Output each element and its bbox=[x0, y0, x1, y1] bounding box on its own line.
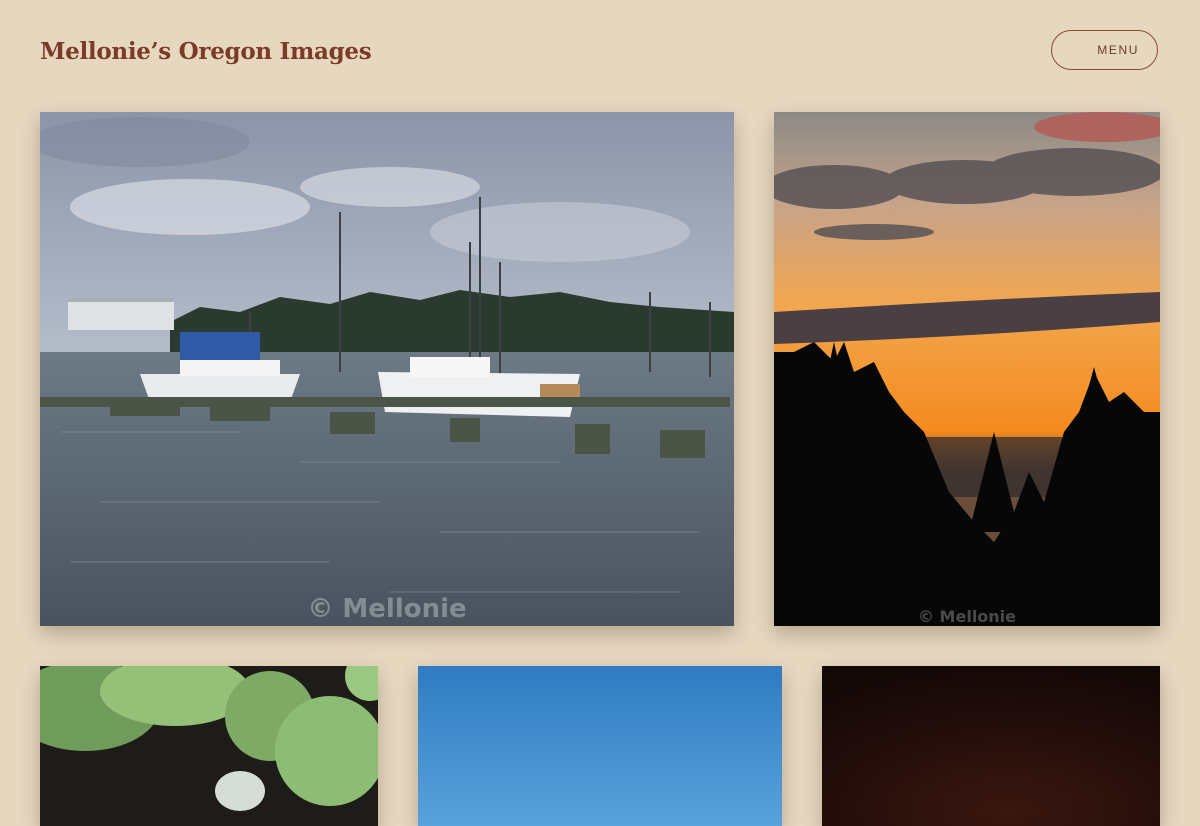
sky-image bbox=[418, 666, 782, 826]
harbor-photo[interactable]: © Mellonie bbox=[40, 112, 734, 626]
sunset-photo[interactable]: © Mellonie bbox=[774, 112, 1160, 626]
site-title[interactable]: Mellonie’s Oregon Images bbox=[40, 34, 372, 70]
lilypads-image bbox=[40, 666, 378, 826]
dark-photo[interactable] bbox=[822, 666, 1160, 826]
site-header: Mellonie’s Oregon Images MENU bbox=[0, 0, 1200, 104]
sky-photo[interactable] bbox=[418, 666, 782, 826]
lilypads-photo[interactable] bbox=[40, 666, 378, 826]
sunset-watermark: © Mellonie bbox=[918, 607, 1016, 626]
harbor-image: © Mellonie bbox=[40, 112, 734, 626]
sunset-image: © Mellonie bbox=[774, 112, 1160, 626]
menu-button[interactable]: MENU bbox=[1051, 30, 1158, 70]
dark-image bbox=[822, 666, 1160, 826]
harbor-watermark: © Mellonie bbox=[307, 594, 466, 624]
